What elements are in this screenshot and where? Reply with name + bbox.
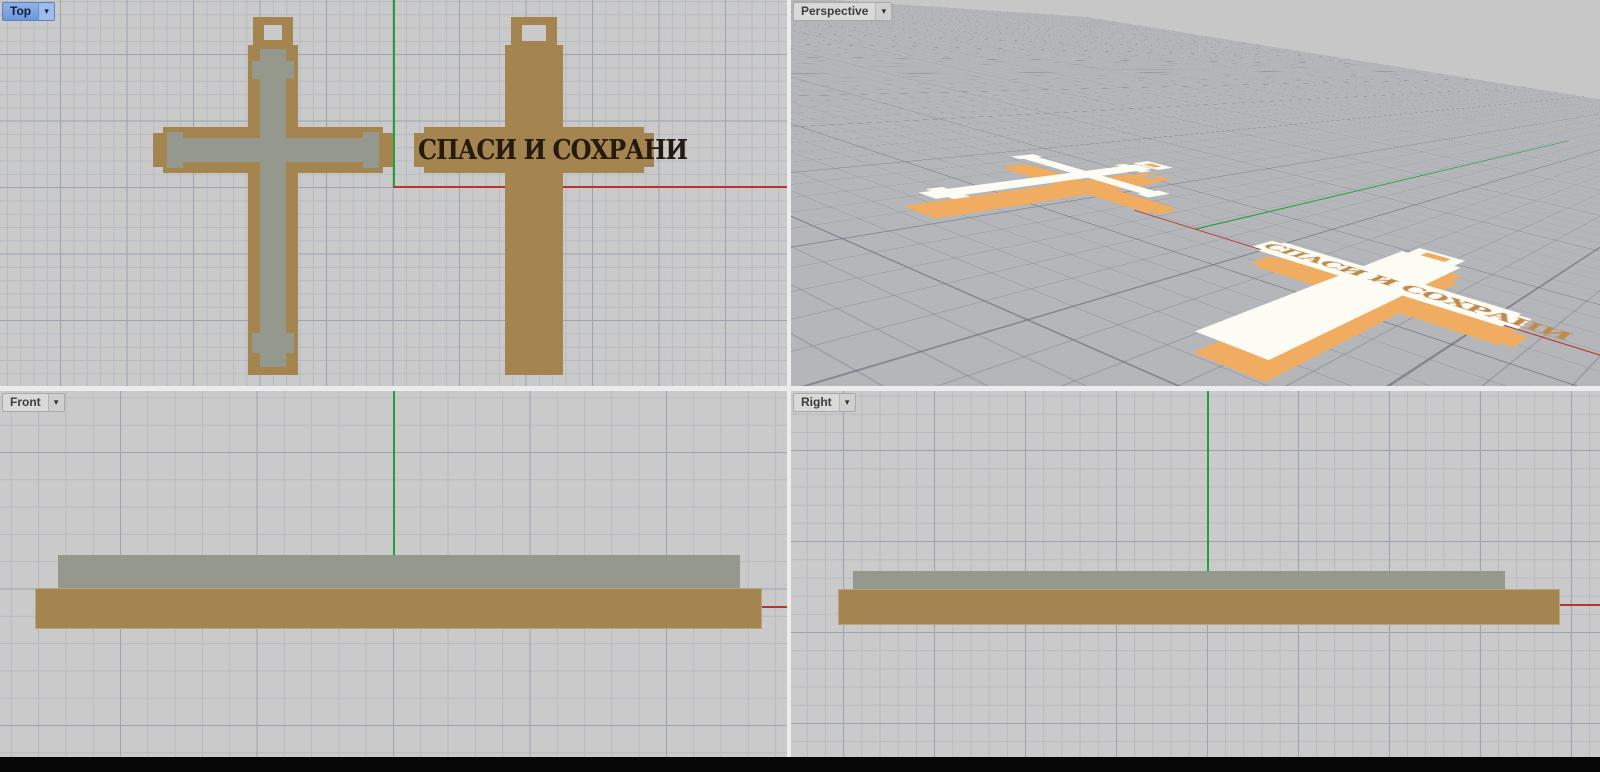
viewport-title-top[interactable]: Top ▾ — [2, 2, 55, 21]
x-axis-line — [762, 606, 787, 608]
cross-pendant-plate-topview[interactable]: СПАСИ И СОХРАНИ — [414, 17, 654, 377]
cross-base-side-profile[interactable] — [35, 588, 762, 629]
cross-inscription: СПАСИ И СОХРАНИ — [418, 131, 650, 169]
cross-inlay — [260, 353, 286, 367]
viewport-top[interactable]: СПАСИ И СОХРАНИ Top ▾ — [0, 0, 787, 386]
cross-pendant-plate-3d[interactable]: СПАСИ И СОХРАНИ — [1090, 238, 1567, 386]
cross-pendant-base-topview[interactable] — [153, 17, 393, 377]
cross-inlay — [167, 132, 183, 168]
viewport-title-perspective[interactable]: Perspective ▾ — [793, 2, 892, 21]
cross-shaft — [505, 45, 563, 375]
chevron-down-icon[interactable]: ▾ — [48, 394, 64, 411]
chevron-down-icon[interactable]: ▾ — [38, 3, 54, 20]
chevron-down-icon[interactable]: ▾ — [875, 3, 891, 20]
viewport-title-label[interactable]: Top — [3, 3, 38, 20]
cross-bail-hole — [522, 25, 546, 41]
cross-inlay — [363, 132, 379, 168]
cross-pendant-base-3d[interactable] — [843, 157, 1238, 246]
cross-arm-cap — [1146, 207, 1178, 215]
viewport-title-right[interactable]: Right ▾ — [793, 393, 856, 412]
viewport-right[interactable]: Right ▾ — [791, 391, 1600, 757]
z-axis-line — [1207, 391, 1209, 571]
viewport-title-label[interactable]: Front — [3, 394, 48, 411]
cross-arm-cap — [377, 133, 393, 167]
z-axis-line — [393, 391, 395, 555]
ground-plane-grid: СПАСИ И СОХРАНИ — [791, 0, 1600, 386]
cross-top-layer: СПАСИ И СОХРАНИ — [1092, 224, 1571, 386]
cross-inlay-side-profile[interactable] — [58, 555, 740, 588]
cross-inlay — [252, 333, 294, 353]
y-axis-line — [1560, 604, 1600, 606]
viewport-title-front[interactable]: Front ▾ — [2, 393, 65, 412]
cross-bail-hole — [264, 25, 282, 40]
viewport-front[interactable]: Front ▾ — [0, 391, 787, 757]
viewport-perspective[interactable]: СПАСИ И СОХРАНИ Perspective ▾ — [791, 0, 1600, 386]
cross-inlay-side-profile[interactable] — [853, 571, 1505, 589]
perspective-scene: СПАСИ И СОХРАНИ — [791, 0, 1600, 386]
viewport-title-label[interactable]: Right — [794, 394, 839, 411]
y-axis-line — [393, 0, 395, 187]
cross-inlay — [252, 61, 294, 79]
status-bar — [0, 757, 1600, 772]
cross-top-layer — [843, 146, 1240, 229]
cross-inlay — [175, 138, 371, 162]
cross-base-side-profile[interactable] — [838, 589, 1560, 625]
chevron-down-icon[interactable]: ▾ — [839, 394, 855, 411]
cross-inlay — [260, 49, 286, 355]
viewport-title-label[interactable]: Perspective — [794, 3, 875, 20]
y-axis-line — [1194, 141, 1569, 230]
cad-workspace: СПАСИ И СОХРАНИ Top ▾ — [0, 0, 1600, 772]
